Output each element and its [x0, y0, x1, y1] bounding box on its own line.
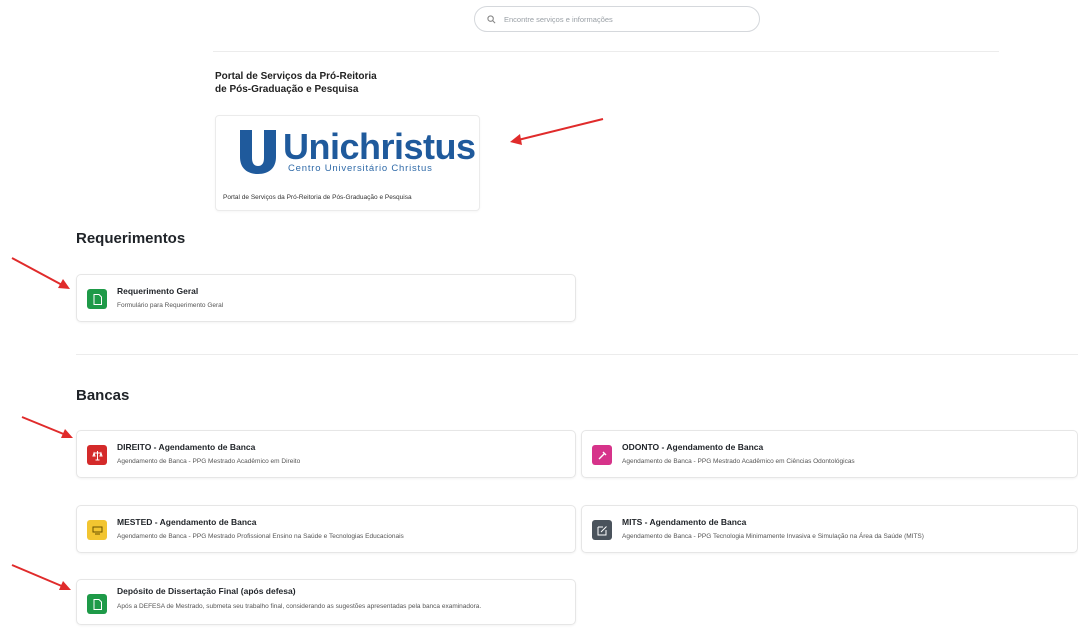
annotation-arrow-icon	[11, 257, 70, 289]
search-input[interactable]	[502, 13, 746, 25]
portal-title-line2: de Pós-Graduação e Pesquisa	[215, 84, 359, 95]
education-icon	[87, 520, 107, 540]
unichristus-logo-icon	[240, 130, 276, 174]
annotation-arrow-icon	[510, 118, 604, 145]
law-icon	[87, 445, 107, 465]
annotation-arrow-icon	[11, 564, 71, 590]
document-icon	[87, 289, 107, 309]
section-title-bancas: Bancas	[76, 387, 130, 404]
card-description: Agendamento de Banca - PPG Mestrado Acad…	[622, 458, 855, 465]
portal-title: Portal de Serviços da Pró-Reitoria de Pó…	[215, 70, 445, 96]
card-title: MESTED - Agendamento de Banca	[117, 517, 257, 527]
card-description: Agendamento de Banca - PPG Mestrado Acad…	[117, 458, 301, 465]
logo-card[interactable]: Unichristus Centro Universitário Christu…	[215, 115, 480, 211]
portal-title-line1: Portal de Serviços da Pró-Reitoria	[215, 71, 377, 82]
search-bar[interactable]	[474, 6, 760, 32]
card-description: Após a DEFESA de Mestrado, submeta seu t…	[117, 603, 482, 610]
card-description: Agendamento de Banca - PPG Mestrado Prof…	[117, 533, 404, 540]
card-requerimento-geral[interactable]: Requerimento Geral Formulário para Reque…	[76, 274, 576, 322]
card-description: Formulário para Requerimento Geral	[117, 302, 224, 309]
header-divider	[213, 51, 999, 52]
card-title: MITS - Agendamento de Banca	[622, 517, 747, 527]
card-title: DIREITO - Agendamento de Banca	[117, 442, 256, 452]
card-title: ODONTO - Agendamento de Banca	[622, 442, 764, 452]
annotation-arrow-icon	[21, 416, 73, 438]
card-title: Depósito de Dissertação Final (após defe…	[117, 586, 296, 596]
card-description: Agendamento de Banca - PPG Tecnologia Mi…	[622, 533, 924, 540]
section-divider	[76, 354, 1078, 355]
section-title-requerimentos: Requerimentos	[76, 230, 186, 247]
edit-icon	[592, 520, 612, 540]
logo-subtitle: Centro Universitário Christus	[288, 163, 433, 174]
card-direito-agendamento[interactable]: DIREITO - Agendamento de Banca Agendamen…	[76, 430, 576, 478]
card-mits-agendamento[interactable]: MITS - Agendamento de Banca Agendamento …	[581, 505, 1078, 553]
card-title: Requerimento Geral	[117, 286, 199, 296]
search-icon	[487, 14, 496, 23]
dental-icon	[592, 445, 612, 465]
document-icon	[87, 594, 107, 614]
logo-wordmark: Unichristus	[283, 126, 476, 167]
card-mested-agendamento[interactable]: MESTED - Agendamento de Banca Agendament…	[76, 505, 576, 553]
card-deposito-dissertacao[interactable]: Depósito de Dissertação Final (após defe…	[76, 579, 576, 625]
logo-caption: Portal de Serviços da Pró-Reitoria de Pó…	[223, 194, 412, 201]
card-odonto-agendamento[interactable]: ODONTO - Agendamento de Banca Agendament…	[581, 430, 1078, 478]
